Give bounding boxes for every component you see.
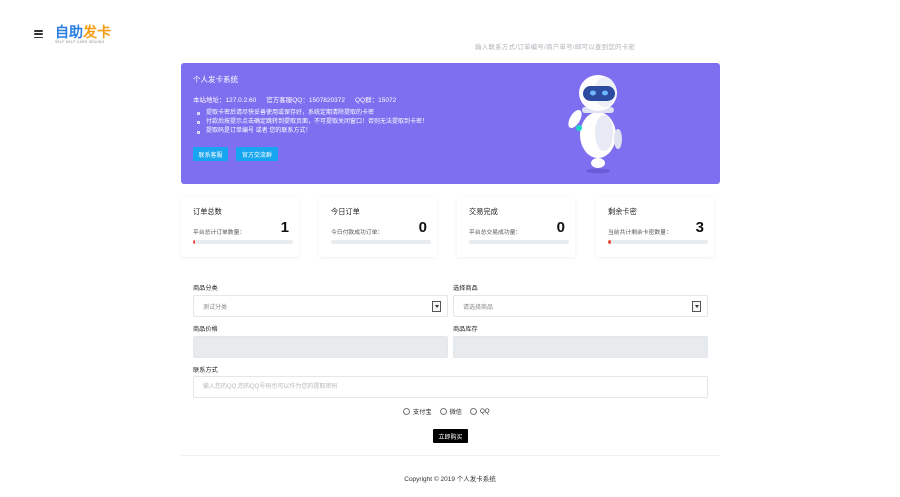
payment-alipay[interactable]: 支付宝 [403,407,432,416]
banner-contact: 本站地址：127.0.2.60 官方客服QQ：1507820372 QQ群：15… [193,94,396,104]
radio-icon[interactable] [469,408,477,415]
category-label: 商品分类 [193,285,218,292]
chevron-down-icon[interactable] [432,301,441,312]
stat-value: 0 [556,219,565,236]
chevron-down-icon[interactable] [692,301,701,312]
progress-track [331,240,431,244]
note-item: 提取码是订单编号 或者 您的联系方式！ [197,127,428,136]
stock-field [453,336,708,358]
progress-track [469,240,569,244]
progress-track [193,240,293,244]
note-item: 提取卡密后请尽快妥善使用或保存好，系统定期清除提取的卡密 [197,109,428,118]
search-hint[interactable]: 输入联系方式/订单编号/商户单号/邮可以查到您的卡密 [475,41,635,51]
payment-options: 支付宝 微信 QQ [403,407,490,416]
stat-value: 1 [280,219,289,236]
progress-fill [193,240,195,244]
radio-icon[interactable] [403,408,410,415]
radio-icon[interactable] [439,408,447,415]
stat-card-remaining-cards: 剩余卡密 当前共计剩余卡密数量： 3 [596,197,714,257]
contact-service-button[interactable]: 联系客服 [193,147,228,161]
stat-card-completed: 交易完成 平台总交易成功量： 0 [457,197,575,257]
menu-icon[interactable] [34,30,43,38]
note-item: 付款后按提示点击确定跳转到提取页面，不可提取关闭窗口！否则无法提取到卡密！ [197,118,428,127]
stat-card-today-orders: 今日订单 今日付款成功订单： 0 [319,197,437,257]
logo-text-a: 自助 [55,24,83,40]
contact-label: 联系方式 [193,367,218,374]
contact-input[interactable] [193,376,708,398]
progress-track [608,240,708,244]
footer-copyright: Copyright © 2019 个人发卡系统 [404,476,496,483]
official-group-button[interactable]: 官方交流群 [236,147,278,161]
stock-label: 商品库存 [453,326,478,333]
banner: 个人发卡系统 本站地址：127.0.2.60 官方客服QQ：1507820372… [181,63,720,184]
banner-notes: 提取卡密后请尽快妥善使用或保存好，系统定期清除提取的卡密 付款后按提示点击确定跳… [197,109,428,137]
logo-text-b: 发卡 [83,24,111,40]
purchase-form: 商品分类 测试分类 选择商品 请选择商品 商品价格 商品库存 联系方式 支付宝 … [181,270,720,456]
qq-group: QQ群：15072 [355,97,397,104]
price-field [193,336,448,358]
site-address: 本站地址：127.0.2.60 [193,97,257,104]
product-select[interactable]: 请选择商品 [453,295,708,317]
bullet-icon [197,130,200,134]
bullet-icon [197,112,200,116]
service-qq: 官方客服QQ：1507820372 [266,97,345,104]
product-label: 选择商品 [453,285,478,292]
stat-value: 0 [418,219,427,236]
progress-fill [608,240,611,244]
logo[interactable]: 自助 发卡 SELF HELP CARD ISSUING [55,25,127,47]
logo-subtitle: SELF HELP CARD ISSUING [55,40,105,44]
bullet-icon [197,121,200,125]
stat-value: 3 [695,219,704,236]
payment-wechat[interactable]: 微信 [439,407,462,416]
price-label: 商品价格 [193,326,218,333]
stat-card-total-orders: 订单总数 平台总计订单数量： 1 [181,197,299,257]
category-select[interactable]: 测试分类 [193,295,448,317]
payment-qq[interactable]: QQ [469,407,490,416]
buy-now-button[interactable]: 立即购买 [433,429,468,443]
banner-title: 个人发卡系统 [193,75,238,84]
robot-illustration-icon [568,75,622,174]
